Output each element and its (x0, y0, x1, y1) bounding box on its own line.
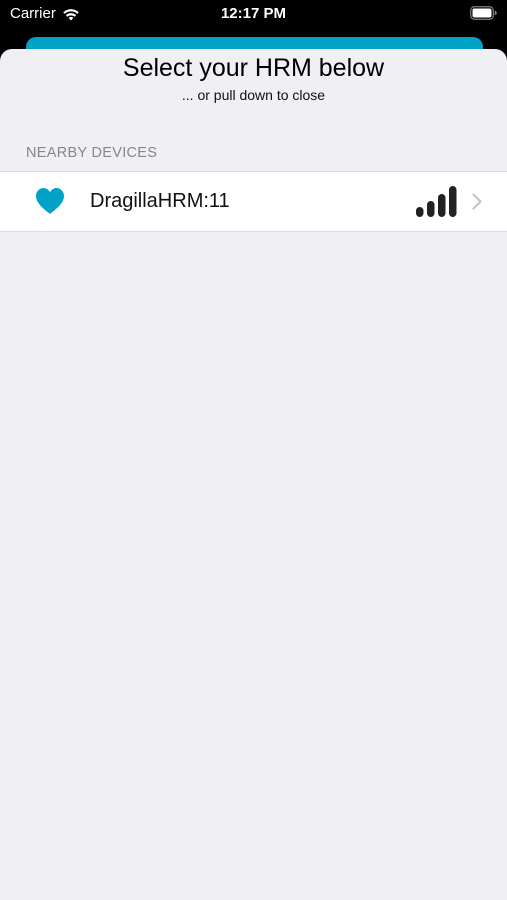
chevron-right-icon (472, 193, 482, 210)
sheet-subtitle: ... or pull down to close (181, 87, 326, 103)
signal-strength-icon (416, 186, 457, 217)
hrm-picker-sheet[interactable]: Select your HRM below ... or pull down t… (0, 49, 507, 900)
battery-icon (470, 6, 497, 20)
app-screen: Carrier 12:17 PM Select your HRM below .… (0, 0, 507, 900)
section-header-nearby-devices: NEARBY DEVICES (26, 145, 158, 161)
status-time: 12:17 PM (220, 5, 287, 22)
heart-icon (36, 188, 64, 214)
sheet-title: Select your HRM below (122, 54, 385, 82)
device-name: DragillaHRM:11 (90, 190, 230, 212)
device-row[interactable]: DragillaHRM:11 (0, 171, 507, 232)
status-bar: Carrier 12:17 PM (0, 0, 507, 30)
